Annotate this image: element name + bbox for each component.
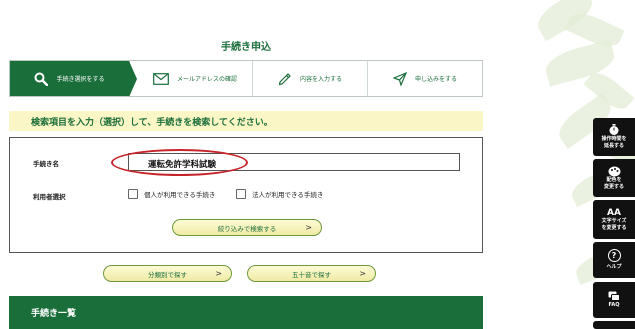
side-button-label: FAQ bbox=[608, 302, 620, 308]
help-icon: ? bbox=[607, 249, 621, 262]
font-size-icon: AA bbox=[607, 207, 621, 218]
step-label: メールアドレスの確認 bbox=[176, 76, 237, 83]
change-color-button[interactable]: 配色を 変更する bbox=[593, 159, 635, 197]
side-button-label: ヘルプ bbox=[606, 264, 622, 270]
button-label: 分類別で探す bbox=[148, 270, 187, 279]
step-select-procedure: 手続き選択をする bbox=[10, 61, 137, 97]
send-icon bbox=[392, 71, 407, 86]
side-button-label: 文字サイズ bbox=[601, 217, 627, 224]
button-label: 絞り込みで検索する bbox=[217, 224, 277, 233]
chevron-right-icon: > bbox=[215, 269, 222, 278]
user-type-label: 利用者選択 bbox=[33, 193, 66, 201]
chevron-right-icon: > bbox=[305, 223, 312, 232]
checkbox-label: 個人が利用できる手続き bbox=[144, 191, 216, 199]
extend-time-button[interactable]: 操作時間を 延長する bbox=[593, 118, 635, 156]
checkbox-box[interactable] bbox=[128, 189, 138, 199]
step-confirm-email: メールアドレスの確認 bbox=[129, 61, 252, 96]
step-progress: 手続き選択をする メールアドレスの確認 内容を入力する 申し込みをする bbox=[9, 60, 483, 97]
help-button[interactable]: ? ヘルプ bbox=[593, 242, 635, 278]
checkbox-box[interactable] bbox=[236, 189, 246, 199]
step-apply: 申し込みをする bbox=[367, 61, 482, 96]
procedure-name-label: 手続き名 bbox=[33, 160, 59, 168]
side-button-label: を変更する bbox=[601, 224, 627, 231]
side-menu-next-button[interactable] bbox=[593, 321, 635, 329]
side-button-label: 変更する bbox=[603, 183, 624, 190]
search-panel: 手続き名 利用者選択 個人が利用できる手続き 法人が利用できる手続き 絞り込みで… bbox=[9, 137, 483, 253]
faq-button[interactable]: FAQ bbox=[593, 282, 635, 318]
timer-icon bbox=[609, 124, 619, 135]
instruction-notice: 検索項目を入力（選択）して、手続きを検索してください。 bbox=[9, 111, 483, 131]
faq-icon bbox=[608, 291, 620, 301]
palette-icon bbox=[608, 166, 620, 176]
checkbox-corporate[interactable]: 法人が利用できる手続き bbox=[236, 189, 323, 199]
step-enter-content: 内容を入力する bbox=[252, 61, 367, 96]
search-icon bbox=[34, 72, 49, 86]
button-label: 五十音で探す bbox=[292, 270, 331, 279]
side-button-label: 延長する bbox=[603, 143, 624, 149]
side-button-label: 配色を bbox=[606, 176, 622, 183]
browse-by-category-button[interactable]: 分類別で探す > bbox=[103, 265, 232, 282]
step-label: 内容を入力する bbox=[299, 76, 342, 83]
procedure-list-heading: 手続き一覧 bbox=[9, 296, 483, 329]
checkbox-individual[interactable]: 個人が利用できる手続き bbox=[128, 189, 215, 199]
step-label: 手続き選択をする bbox=[56, 76, 105, 83]
side-button-label: 操作時間を bbox=[601, 136, 627, 142]
page-title: 手続き申込 bbox=[221, 42, 271, 53]
change-font-size-button[interactable]: AA 文字サイズ を変更する bbox=[593, 200, 635, 239]
procedure-name-input[interactable] bbox=[128, 153, 460, 171]
chevron-right-icon: > bbox=[359, 269, 366, 278]
checkbox-label: 法人が利用できる手続き bbox=[252, 191, 324, 199]
pencil-icon bbox=[278, 72, 291, 85]
browse-by-syllabary-button[interactable]: 五十音で探す > bbox=[247, 265, 376, 282]
mail-icon bbox=[153, 72, 169, 85]
step-label: 申し込みをする bbox=[414, 76, 457, 83]
filter-search-button[interactable]: 絞り込みで検索する > bbox=[172, 219, 322, 236]
